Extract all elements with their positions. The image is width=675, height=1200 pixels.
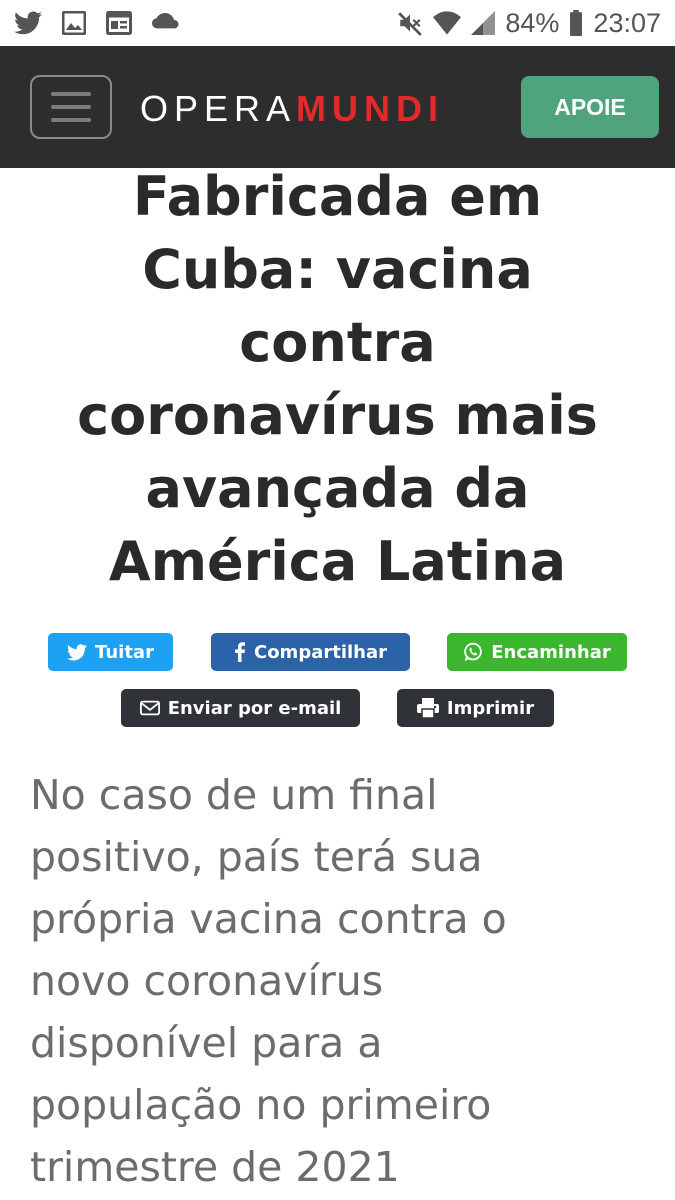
subtitle-line: trimestre de 2021 xyxy=(30,1143,400,1191)
headline-line: Fabricada em xyxy=(132,165,543,228)
subtitle-line: No caso de um final xyxy=(30,771,438,819)
subtitle-line: positivo, país terá sua xyxy=(30,833,483,881)
facebook-icon xyxy=(234,642,246,662)
battery-percentage: 84% xyxy=(505,7,560,38)
headline-line: coronavírus mais xyxy=(77,384,598,447)
share-twitter-button[interactable]: Tuitar xyxy=(48,633,173,671)
support-button[interactable]: APOIE xyxy=(521,76,659,138)
subtitle-line: própria vacina contra o xyxy=(30,895,507,943)
share-facebook-label: Compartilhar xyxy=(253,641,388,663)
site-logo[interactable]: OPERA MUNDI xyxy=(140,84,444,134)
hamburger-bar xyxy=(51,105,91,109)
headline-line: contra xyxy=(239,311,436,374)
system-status: 84% 23:07 xyxy=(397,8,661,39)
image-notification-icon xyxy=(62,11,86,35)
twitter-icon xyxy=(67,643,88,661)
printer-icon xyxy=(416,698,439,718)
wifi-icon xyxy=(433,11,462,35)
hamburger-menu-button[interactable] xyxy=(30,75,112,139)
subtitle-line: disponível para a xyxy=(30,1019,383,1067)
logo-opera-text: OPERA xyxy=(140,88,297,129)
print-button[interactable]: Imprimir xyxy=(397,689,554,727)
share-whatsapp-label: Encaminhar xyxy=(491,641,611,663)
headline-line: avançada da xyxy=(145,457,530,520)
logo-mundi-text: MUNDI xyxy=(296,88,445,129)
cloud-notification-icon xyxy=(152,12,180,34)
twitter-notification-icon xyxy=(14,11,42,35)
battery-icon xyxy=(569,10,583,36)
site-header: OPERA MUNDI APOIE xyxy=(0,46,675,168)
share-email-button[interactable]: Enviar por e-mail xyxy=(121,689,360,727)
share-email-label: Enviar por e-mail xyxy=(167,697,342,719)
print-label: Imprimir xyxy=(446,697,535,719)
notification-icons xyxy=(14,11,180,35)
headline-line: América Latina xyxy=(108,530,567,593)
article-subtitle: No caso de um final positivo, país terá … xyxy=(30,764,660,1198)
mute-icon xyxy=(397,10,423,36)
whatsapp-icon xyxy=(463,642,483,662)
share-facebook-button[interactable]: Compartilhar xyxy=(211,633,410,671)
signal-icon xyxy=(471,11,496,35)
article-headline: Fabricada em Cuba: vacina contra coronav… xyxy=(20,160,655,598)
hamburger-icon xyxy=(51,92,91,96)
subtitle-line: população no primeiro xyxy=(30,1081,492,1129)
hamburger-bar xyxy=(51,118,91,122)
headline-line: Cuba: vacina xyxy=(142,238,533,301)
share-whatsapp-button[interactable]: Encaminhar xyxy=(447,633,627,671)
envelope-icon xyxy=(139,700,160,716)
share-twitter-label: Tuitar xyxy=(95,641,154,663)
subtitle-line: novo coronavírus xyxy=(30,957,384,1005)
status-bar: 84% 23:07 xyxy=(0,0,675,46)
news-notification-icon xyxy=(106,11,132,35)
clock: 23:07 xyxy=(593,7,661,38)
